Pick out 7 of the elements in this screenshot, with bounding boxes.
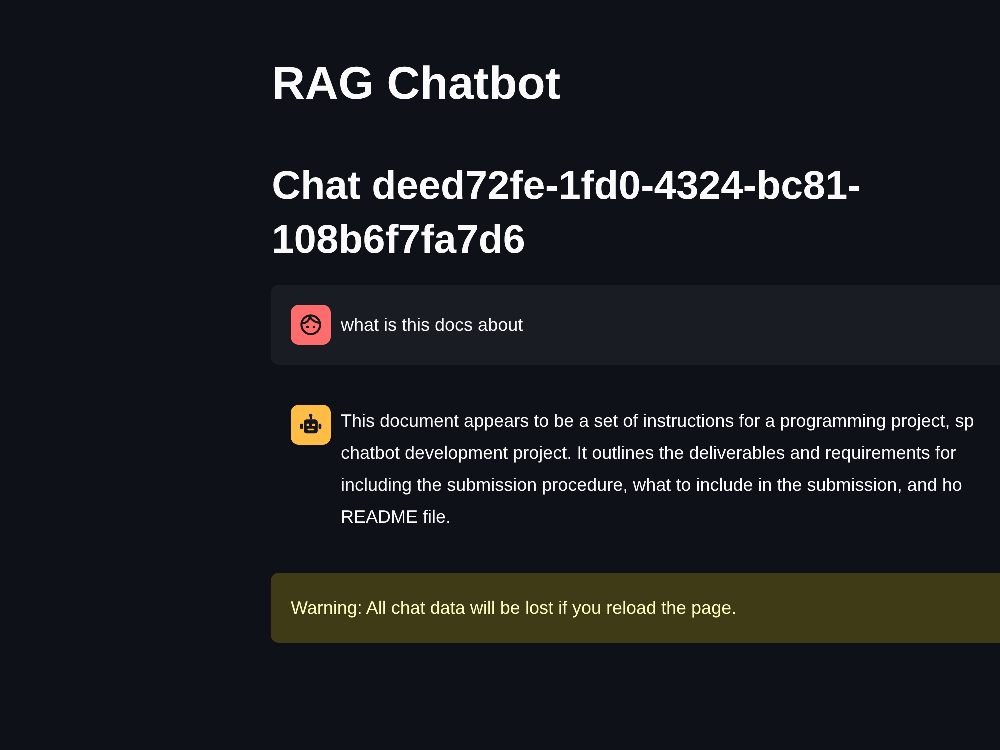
app-title: RAG Chatbot	[272, 56, 561, 111]
warning-text: Warning: All chat data will be lost if you reload the page.	[291, 597, 738, 619]
user-avatar-icon	[291, 305, 331, 345]
user-message-text: what is this docs about	[341, 314, 524, 337]
assistant-message-text: This document appears to be a set of instructions for a programming project, sp chatbot development project. It outlines the deliverables and requirements for including the submission procedure, what to include in the submission, and ho README file.	[341, 410, 974, 529]
chat-heading: Chat deed72fe-1fd0-4324-bc81-108b6f7fa7d6	[272, 163, 862, 264]
assistant-avatar-icon	[291, 405, 331, 445]
